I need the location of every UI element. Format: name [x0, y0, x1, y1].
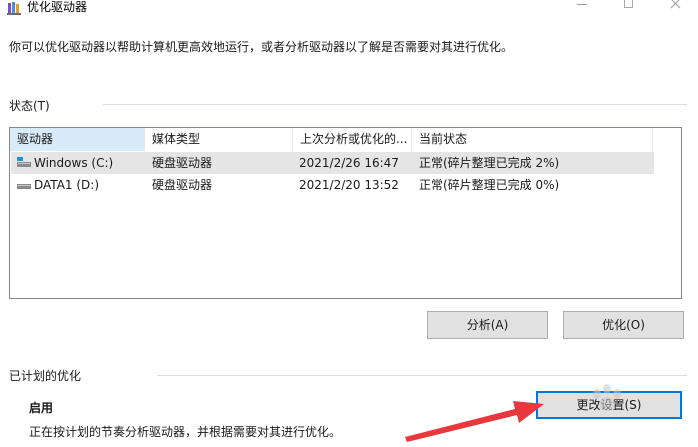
hard-drive-icon	[17, 184, 31, 189]
drive-media-type: 硬盘驱动器	[152, 178, 213, 192]
maximize-icon	[624, 0, 633, 8]
page-description: 你可以优化驱动器以帮助计算机更高效地运行，或者分析驱动器以了解是否需要对其进行优…	[9, 40, 514, 54]
schedule-description: 正在按计划的节奏分析驱动器，并根据需要对其进行优化。	[29, 425, 342, 439]
maximize-button[interactable]	[606, 0, 652, 14]
analyze-button[interactable]: 分析(A)	[427, 311, 548, 339]
status-section-label: 状态(T)	[9, 99, 50, 113]
scheduled-divider	[157, 375, 687, 376]
change-settings-button[interactable]: 更改设置(S)	[536, 391, 682, 419]
scheduled-section-label: 已计划的优化	[9, 369, 82, 383]
drive-row[interactable]: Windows (C:) 硬盘驱动器 2021/2/26 16:47 正常(碎片…	[11, 152, 654, 174]
drive-list[interactable]: 驱动器 媒体类型 上次分析或优化的... 当前状态 Windows (C:) 硬…	[9, 127, 682, 299]
drive-name: Windows (C:)	[34, 156, 114, 170]
drive-media-type: 硬盘驱动器	[152, 156, 213, 170]
column-header-drive[interactable]: 驱动器	[10, 128, 145, 151]
windows-drive-icon	[17, 157, 31, 167]
close-button[interactable]	[652, 0, 698, 14]
drive-list-header: 驱动器 媒体类型 上次分析或优化的... 当前状态	[10, 128, 681, 151]
column-header-media-type[interactable]: 媒体类型	[145, 128, 293, 151]
status-divider	[103, 104, 687, 105]
defrag-app-icon	[7, 2, 21, 15]
column-header-current-status[interactable]: 当前状态	[412, 128, 653, 151]
schedule-status: 启用	[29, 401, 54, 415]
drive-row[interactable]: DATA1 (D:) 硬盘驱动器 2021/2/20 13:52 正常(碎片整理…	[11, 174, 654, 196]
minimize-button[interactable]	[560, 0, 606, 14]
minimize-icon	[577, 4, 587, 5]
title-bar: 优化驱动器	[0, 0, 698, 22]
window-title: 优化驱动器	[27, 0, 88, 14]
drive-status: 正常(碎片整理已完成 2%)	[419, 156, 560, 170]
drive-last-run: 2021/2/20 13:52	[299, 178, 399, 192]
drive-last-run: 2021/2/26 16:47	[299, 156, 399, 170]
drive-name: DATA1 (D:)	[34, 178, 100, 192]
optimize-button[interactable]: 优化(O)	[563, 311, 684, 339]
drive-status: 正常(碎片整理已完成 0%)	[419, 178, 560, 192]
column-header-last-run[interactable]: 上次分析或优化的...	[293, 128, 412, 151]
